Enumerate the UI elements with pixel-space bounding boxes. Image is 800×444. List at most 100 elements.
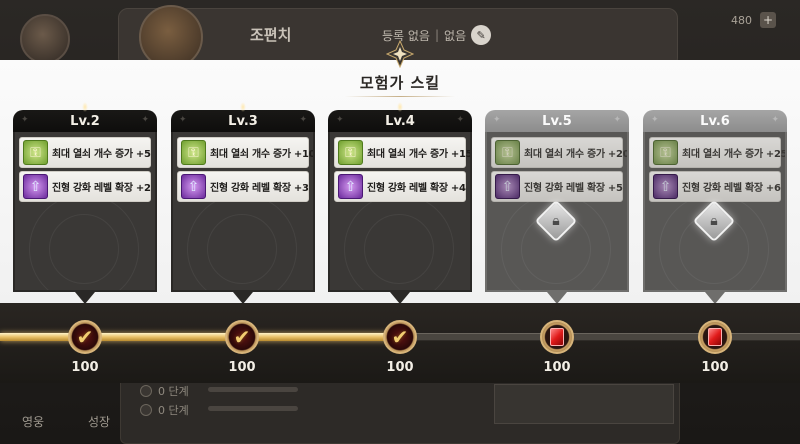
formation-icon: ⇧ xyxy=(23,174,48,199)
level-node-completed[interactable]: ✔ xyxy=(225,320,259,354)
level-label: Lv.2 xyxy=(70,113,100,129)
stage-progress-bar xyxy=(208,387,298,392)
skill-row: ⚿ 최대 열쇠 개수 증가 +5 xyxy=(19,137,151,168)
skill-row: ⇧ 진형 강화 레벨 확장 +4 xyxy=(334,171,466,202)
stage-dot-icon xyxy=(140,385,152,397)
sparkle-icon xyxy=(82,102,88,112)
tab-growth[interactable]: 성장 xyxy=(88,413,110,430)
decorative-circle xyxy=(364,214,434,284)
star-icon: ✦ xyxy=(299,115,307,125)
skill-text: 최대 열쇠 개수 증가 +5 xyxy=(52,149,151,160)
tab-hero[interactable]: 영웅 xyxy=(22,413,44,430)
skill-card-lv3[interactable]: ✦ Lv.3 ✦ ⚿ 최대 열쇠 개수 증가 +10 ⇧ 진형 강화 레벨 확장… xyxy=(171,102,315,304)
edit-icon[interactable]: ✎ xyxy=(471,25,492,45)
card-body: ⚿ 최대 열쇠 개수 증가 +25 ⇧ 진형 강화 레벨 확장 +6 🔒︎ xyxy=(643,132,787,292)
card-header: ✦ Lv.3 ✦ xyxy=(171,102,315,132)
currency-value: 480 xyxy=(731,13,752,27)
node-ring xyxy=(698,320,732,354)
formation-icon: ⇧ xyxy=(181,174,206,199)
level-node-locked[interactable] xyxy=(698,320,732,354)
card-header: ✦ Lv.5 ✦ xyxy=(485,110,629,132)
star-icon: ✦ xyxy=(613,115,621,125)
lock-icon: 🔒︎ xyxy=(552,213,560,229)
diamond-emblem-icon xyxy=(386,40,414,68)
skill-row: ⇧ 진형 강화 레벨 확장 +6 xyxy=(649,171,781,202)
formation-icon: ⇧ xyxy=(338,174,363,199)
node-ring xyxy=(540,320,574,354)
skill-row: ⚿ 최대 열쇠 개수 증가 +15 xyxy=(334,137,470,168)
level-node-completed[interactable]: ✔ xyxy=(383,320,417,354)
check-icon: ✔ xyxy=(233,325,251,349)
skill-text: 최대 열쇠 개수 증가 +10 xyxy=(210,149,315,160)
level-label: Lv.5 xyxy=(542,113,572,129)
stage-detail-box xyxy=(494,384,674,424)
formation-icon: ⇧ xyxy=(495,174,520,199)
star-icon: ✦ xyxy=(456,115,464,125)
skill-row: ⚿ 최대 열쇠 개수 증가 +10 xyxy=(177,137,313,168)
player-avatar xyxy=(20,14,70,64)
skill-row: ⇧ 진형 강화 레벨 확장 +5 xyxy=(491,171,623,202)
node-value: 100 xyxy=(228,360,256,375)
add-currency-button[interactable]: + xyxy=(760,12,776,28)
stage-label: 0 단계 xyxy=(158,404,189,417)
skill-card-lv5[interactable]: ✦ Lv.5 ✦ ⚿ 최대 열쇠 개수 증가 +20 ⇧ 진형 강화 레벨 확장… xyxy=(485,110,629,304)
card-body: ⚿ 최대 열쇠 개수 증가 +15 ⇧ 진형 강화 레벨 확장 +4 xyxy=(328,132,472,292)
stage-progress-bar xyxy=(208,406,298,411)
card-header: ✦ Lv.4 ✦ xyxy=(328,102,472,132)
key-icon: ⚿ xyxy=(653,140,678,165)
player-name: 조편치 xyxy=(250,26,292,44)
formation-icon: ⇧ xyxy=(653,174,678,199)
card-body: ⚿ 최대 열쇠 개수 증가 +10 ⇧ 진형 강화 레벨 확장 +3 xyxy=(171,132,315,292)
level-node-completed[interactable]: ✔ xyxy=(68,320,102,354)
skill-text: 진형 강화 레벨 확장 +2 xyxy=(52,183,151,194)
skill-row: ⚿ 최대 열쇠 개수 증가 +25 xyxy=(649,137,785,168)
sparkle-icon xyxy=(397,102,403,112)
node-ring: ✔ xyxy=(225,320,259,354)
node-value: 100 xyxy=(71,360,99,375)
card-header: ✦ Lv.6 ✦ xyxy=(643,110,787,132)
level-node-locked[interactable] xyxy=(540,320,574,354)
red-gem-icon xyxy=(708,328,722,346)
star-icon: ✦ xyxy=(141,115,149,125)
skill-text: 진형 강화 레벨 확장 +6 xyxy=(682,183,781,194)
star-icon: ✦ xyxy=(493,115,501,125)
level-label: Lv.6 xyxy=(700,113,730,129)
skill-text: 최대 열쇠 개수 증가 +25 xyxy=(682,149,787,160)
key-icon: ⚿ xyxy=(181,140,206,165)
skill-text: 진형 강화 레벨 확장 +5 xyxy=(524,183,623,194)
star-icon: ✦ xyxy=(179,115,187,125)
separator: | xyxy=(434,28,440,42)
card-header: ✦ Lv.2 ✦ xyxy=(13,102,157,132)
card-body: ⚿ 최대 열쇠 개수 증가 +20 ⇧ 진형 강화 레벨 확장 +5 🔒︎ xyxy=(485,132,629,292)
decorative-circle xyxy=(207,214,277,284)
registration-label-alt: 없음 xyxy=(444,28,467,43)
star-icon: ✦ xyxy=(771,115,779,125)
panel-title: 모험가 스킬 xyxy=(359,74,441,92)
level-label: Lv.3 xyxy=(228,113,258,129)
node-value: 100 xyxy=(701,360,729,375)
skill-text: 최대 열쇠 개수 증가 +15 xyxy=(367,149,472,160)
skill-row: ⇧ 진형 강화 레벨 확장 +3 xyxy=(177,171,309,202)
stage-row: 0 단계 xyxy=(140,402,189,418)
key-icon: ⚿ xyxy=(338,140,363,165)
stage-label: 0 단계 xyxy=(158,385,189,398)
title-divider xyxy=(345,96,455,97)
skill-text: 진형 강화 레벨 확장 +3 xyxy=(210,183,309,194)
red-gem-icon xyxy=(550,328,564,346)
skill-card-lv4[interactable]: ✦ Lv.4 ✦ ⚿ 최대 열쇠 개수 증가 +15 ⇧ 진형 강화 레벨 확장… xyxy=(328,102,472,304)
stage-dot-icon xyxy=(140,404,152,416)
skill-text: 진형 강화 레벨 확장 +4 xyxy=(367,183,466,194)
skill-card-lv6[interactable]: ✦ Lv.6 ✦ ⚿ 최대 열쇠 개수 증가 +25 ⇧ 진형 강화 레벨 확장… xyxy=(643,110,787,304)
skill-row: ⚿ 최대 열쇠 개수 증가 +20 xyxy=(491,137,627,168)
star-icon: ✦ xyxy=(651,115,659,125)
node-ring: ✔ xyxy=(68,320,102,354)
star-icon: ✦ xyxy=(21,115,29,125)
skill-row: ⇧ 진형 강화 레벨 확장 +2 xyxy=(19,171,151,202)
decorative-circle xyxy=(49,214,119,284)
node-ring: ✔ xyxy=(383,320,417,354)
skill-card-lv2[interactable]: ✦ Lv.2 ✦ ⚿ 최대 열쇠 개수 증가 +5 ⇧ 진형 강화 레벨 확장 … xyxy=(13,102,157,304)
progress-track-fill xyxy=(0,333,400,341)
star-icon: ✦ xyxy=(336,115,344,125)
key-icon: ⚿ xyxy=(495,140,520,165)
check-icon: ✔ xyxy=(391,325,409,349)
